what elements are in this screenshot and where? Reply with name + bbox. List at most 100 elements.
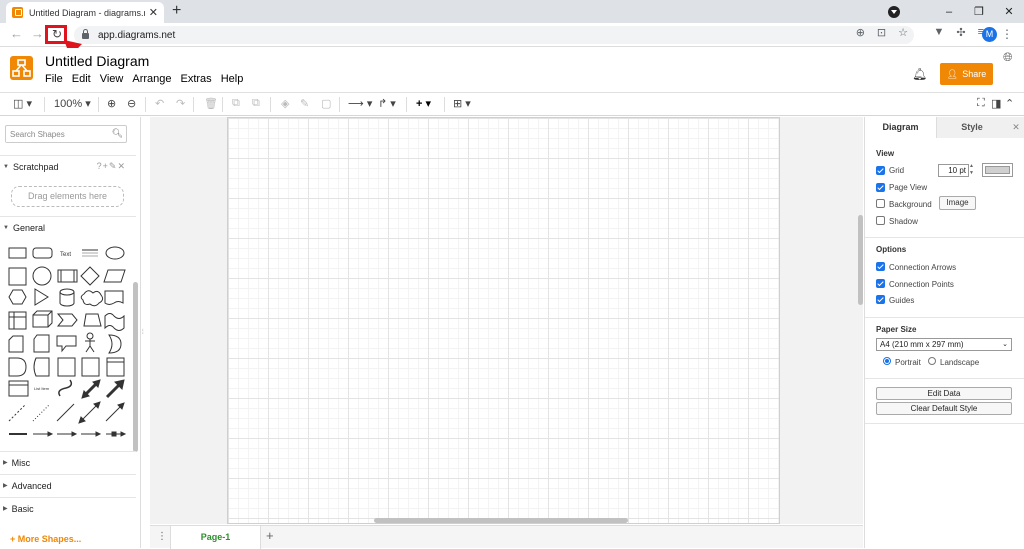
new-tab-button[interactable]: +	[172, 2, 181, 20]
menu-view[interactable]: View	[100, 73, 124, 85]
to-front-icon[interactable]: ⧉	[232, 97, 240, 110]
collapse-icon[interactable]: ⌃	[1005, 97, 1014, 110]
diagram-title[interactable]: Untitled Diagram	[45, 53, 149, 69]
address-bar[interactable]: app.diagrams.net	[74, 26, 914, 44]
scratchpad-tools[interactable]: ?+✎✕	[97, 161, 126, 172]
edit-data-button[interactable]: Edit Data	[876, 387, 1012, 400]
profile-avatar[interactable]: M	[982, 27, 997, 42]
language-globe-icon[interactable]: 🌐︎	[1003, 50, 1013, 65]
format-panel-toggle-icon[interactable]: ◫ ▾	[13, 97, 32, 110]
square-shape	[8, 267, 27, 286]
tab-close-icon[interactable]: ✕	[149, 6, 158, 19]
connection-arrows-checkbox[interactable]	[876, 262, 885, 271]
minimize-button[interactable]: –	[934, 6, 964, 18]
back-arrow-icon[interactable]: ←	[10, 26, 23, 41]
connection-points-checkbox[interactable]	[876, 279, 885, 288]
install-app-icon[interactable]: ⊕	[856, 26, 865, 39]
close-window-button[interactable]: ✕	[994, 5, 1024, 18]
waypoints-icon[interactable]: ↱ ▾	[378, 97, 396, 110]
shadow-icon[interactable]: ▢	[321, 97, 331, 110]
shadow-checkbox[interactable]	[876, 216, 885, 225]
forward-arrow-icon[interactable]: →	[31, 26, 44, 41]
basic-header[interactable]: ▶ Basic	[0, 497, 136, 519]
menu-extras[interactable]: Extras	[181, 73, 212, 85]
scratchpad-header[interactable]: ▼ Scratchpad ?+✎✕	[0, 155, 136, 177]
search-icon[interactable]: 🔍︎	[112, 128, 123, 139]
general-header[interactable]: ▼ General	[0, 216, 136, 238]
tab-page-1[interactable]: Page-1	[170, 526, 261, 549]
portrait-radio[interactable]	[883, 357, 891, 365]
card-shape	[8, 335, 24, 353]
grid-size-input[interactable]: 10 pt	[938, 164, 969, 177]
pages-menu-icon[interactable]: ⋮	[157, 531, 167, 542]
sidebar-scrollbar[interactable]	[133, 282, 138, 452]
extensions-puzzle-icon[interactable]: ✣	[956, 26, 965, 39]
tab-diagram[interactable]: Diagram	[865, 117, 937, 138]
guides-label: Guides	[889, 296, 915, 305]
canvas-horizontal-scrollbar[interactable]	[374, 518, 628, 523]
grid-color-button[interactable]	[982, 163, 1013, 177]
app-header: Untitled Diagram File Edit View Arrange …	[0, 48, 1024, 92]
insert-icon[interactable]: + ▾	[416, 97, 431, 110]
menu-file[interactable]: File	[45, 73, 63, 85]
advanced-header[interactable]: ▶ Advanced	[0, 474, 136, 496]
canvas-vertical-scrollbar[interactable]	[858, 215, 863, 305]
menu-help[interactable]: Help	[221, 73, 244, 85]
more-shapes-button[interactable]: + More Shapes...	[10, 534, 81, 544]
zoom-select[interactable]: 100% ▾	[54, 97, 91, 110]
to-back-icon[interactable]: ⧉	[252, 97, 260, 110]
fill-color-icon[interactable]: ◈	[281, 97, 289, 110]
zoom-in-icon[interactable]: ⊕	[107, 97, 116, 110]
cube-shape	[32, 310, 53, 328]
landscape-radio[interactable]	[928, 357, 936, 365]
paper-size-value: A4 (210 mm x 297 mm)	[880, 340, 964, 349]
background-checkbox[interactable]	[876, 199, 885, 208]
diagram-canvas[interactable]	[150, 117, 863, 524]
page-view-checkbox[interactable]	[876, 183, 885, 192]
paper-size-select[interactable]: A4 (210 mm x 297 mm) ⌄	[876, 338, 1012, 351]
close-panel-icon[interactable]: ✕	[1007, 117, 1024, 138]
menu-arrange[interactable]: Arrange	[132, 73, 171, 85]
grid-checkbox[interactable]	[876, 166, 885, 175]
bookmark-star-icon[interactable]: ☆	[898, 26, 908, 39]
view-section-title: View	[876, 149, 895, 158]
sidebar-splitter-handle[interactable]: ⦙	[142, 329, 148, 337]
scratchpad-drop-zone[interactable]: Drag elements here	[11, 186, 124, 207]
step-shape	[56, 313, 78, 327]
page-view-label: Page View	[889, 183, 928, 192]
tab-search-icon[interactable]	[888, 5, 900, 18]
menu-edit[interactable]: Edit	[72, 73, 91, 85]
connector-label-shape	[33, 431, 54, 437]
browser-tab[interactable]: Untitled Diagram - diagrams.net ✕	[6, 2, 164, 23]
misc-header[interactable]: ▶ Misc	[0, 451, 136, 473]
internal-storage-shape	[8, 311, 27, 330]
extension-vpn-icon[interactable]: ▼	[933, 26, 944, 39]
table-icon[interactable]: ⊞ ▾	[453, 97, 471, 110]
redo-icon[interactable]: ↷	[176, 97, 185, 110]
fullscreen-icon[interactable]: ⛶	[977, 97, 985, 110]
restore-button[interactable]: ❐	[964, 5, 994, 18]
add-page-button[interactable]: +	[266, 528, 274, 543]
diagram-page-grid[interactable]	[227, 117, 780, 524]
notification-bell-icon[interactable]: 🔔︎	[912, 67, 927, 81]
share-button[interactable]: 👤︎ Share	[940, 63, 993, 85]
zoom-out-icon[interactable]: ⊖	[127, 97, 136, 110]
clear-default-style-button[interactable]: Clear Default Style	[876, 402, 1012, 415]
circle-shape	[32, 266, 52, 286]
tab-style[interactable]: Style	[937, 117, 1007, 138]
connection-style-icon[interactable]: ⟶ ▾	[348, 97, 372, 110]
undo-icon[interactable]: ↶	[155, 97, 164, 110]
dotted-line-shape	[32, 403, 51, 422]
guides-checkbox[interactable]	[876, 295, 885, 304]
translate-icon[interactable]: ⊡	[877, 26, 886, 39]
grid-size-stepper-icon[interactable]: ▲ ▼	[969, 163, 974, 177]
delete-icon[interactable]: 🗑︎	[204, 97, 218, 110]
background-image-button[interactable]: Image	[939, 196, 976, 210]
zoom-value: 100%	[54, 98, 83, 110]
line-color-icon[interactable]: ✎	[300, 97, 309, 110]
general-shapes-palette[interactable]: Text List Item	[6, 244, 130, 444]
connector-symbol-shape	[106, 431, 127, 437]
browser-menu-icon[interactable]: ⋮	[1001, 27, 1013, 41]
search-input[interactable]	[6, 127, 106, 142]
format-panel-icon[interactable]: ◨	[991, 97, 1001, 110]
